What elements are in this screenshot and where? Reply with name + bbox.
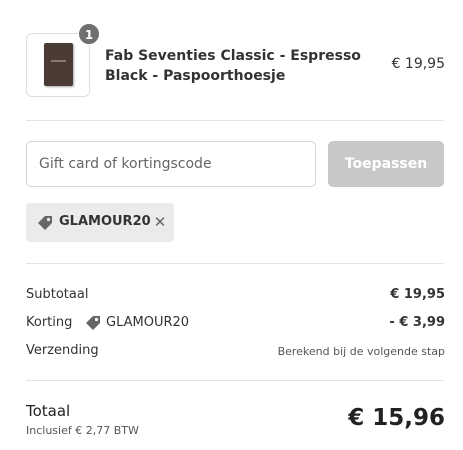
apply-button[interactable]: Toepassen [328, 141, 444, 187]
shipping-value: Berekend bij de volgende stap [277, 345, 445, 358]
divider [26, 263, 444, 264]
product-name: Fab Seventies Classic - Espresso Black -… [105, 48, 361, 84]
line-item: 1 Fab Seventies Classic - Espresso Black… [0, 0, 463, 110]
applied-discount-chip: GLAMOUR20 ✕ [26, 203, 174, 242]
product-price: € 19,95 [391, 56, 445, 72]
subtotal-label: Subtotaal [26, 287, 89, 302]
passport-emboss [51, 60, 66, 62]
shipping-label: Verzending [26, 343, 99, 358]
applied-discount-code: GLAMOUR20 [59, 214, 151, 229]
divider [26, 120, 444, 121]
subtotal-value: € 19,95 [390, 287, 445, 302]
passport-cover-image [44, 43, 73, 86]
close-icon[interactable]: ✕ [152, 212, 168, 232]
order-summary: 1 Fab Seventies Classic - Espresso Black… [0, 0, 463, 450]
tag-icon [38, 216, 52, 230]
discount-code: GLAMOUR20 [106, 315, 190, 330]
discount-value: - € 3,99 [389, 315, 445, 330]
discount-label: Korting [26, 315, 73, 330]
total-tax-note: Inclusief € 2,77 BTW [26, 424, 139, 437]
discount-code-input[interactable] [26, 141, 316, 187]
total-value: € 15,96 [348, 405, 445, 431]
product-thumbnail [26, 33, 90, 97]
total-label: Totaal [26, 402, 71, 420]
tag-icon [86, 316, 100, 330]
divider [26, 380, 444, 381]
quantity-badge: 1 [78, 23, 100, 45]
